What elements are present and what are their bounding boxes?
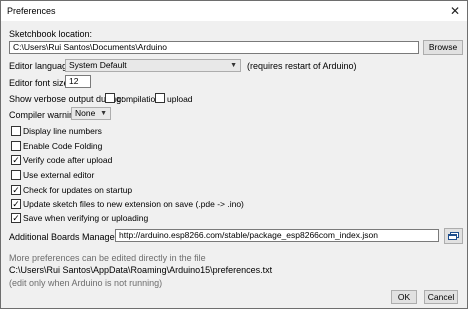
option-checkbox-code-folding[interactable] <box>11 141 21 151</box>
option-checkbox-display-line-numbers[interactable] <box>11 126 21 136</box>
compiler-warnings-select[interactable]: None ▼ <box>71 107 111 120</box>
font-size-label: Editor font size: <box>9 78 72 88</box>
option-label-verify-code: Verify code after upload <box>23 155 113 165</box>
browse-button[interactable]: Browse <box>423 40 463 55</box>
option-label-external-editor: Use external editor <box>23 170 95 180</box>
window-icon <box>448 232 459 242</box>
boards-urls-editor-button[interactable] <box>444 228 463 244</box>
window-title: Preferences <box>7 6 56 16</box>
ok-button[interactable]: OK <box>391 290 417 304</box>
more-preferences-text: More preferences can be edited directly … <box>9 253 206 263</box>
sketchbook-label: Sketchbook location: <box>9 29 93 39</box>
title-bar: Preferences ✕ <box>1 1 467 21</box>
edit-note-text: (edit only when Arduino is not running) <box>9 278 163 288</box>
upload-label: upload <box>167 94 193 104</box>
compiler-warnings-value: None <box>75 108 96 118</box>
editor-language-value: System Default <box>69 60 127 70</box>
option-checkbox-save-on-verify[interactable]: ✓ <box>11 213 21 223</box>
upload-checkbox[interactable] <box>155 93 165 103</box>
option-checkbox-external-editor[interactable] <box>11 170 21 180</box>
sketchbook-path-input[interactable]: C:\Users\Rui Santos\Documents\Arduino <box>9 41 419 54</box>
cancel-button[interactable]: Cancel <box>424 290 458 304</box>
option-label-display-line-numbers: Display line numbers <box>23 126 102 136</box>
chevron-down-icon: ▼ <box>100 110 107 117</box>
compilation-label: compilation <box>117 94 160 104</box>
option-label-save-on-verify: Save when verifying or uploading <box>23 213 149 223</box>
close-icon[interactable]: ✕ <box>447 3 463 19</box>
editor-language-select[interactable]: System Default ▼ <box>65 59 241 72</box>
option-label-code-folding: Enable Code Folding <box>23 141 103 151</box>
font-size-input[interactable]: 12 <box>65 75 91 88</box>
option-label-update-extension: Update sketch files to new extension on … <box>23 199 244 209</box>
language-restart-note: (requires restart of Arduino) <box>247 61 357 71</box>
option-label-check-updates: Check for updates on startup <box>23 185 133 195</box>
chevron-down-icon: ▼ <box>230 62 237 69</box>
preferences-file-path: C:\Users\Rui Santos\AppData\Roaming\Ardu… <box>9 265 273 275</box>
preferences-window: Preferences ✕ Sketchbook location: C:\Us… <box>0 0 468 309</box>
option-checkbox-check-updates[interactable]: ✓ <box>11 185 21 195</box>
option-checkbox-verify-code[interactable]: ✓ <box>11 155 21 165</box>
boards-urls-input[interactable]: http://arduino.esp8266.com/stable/packag… <box>115 229 439 242</box>
compilation-checkbox[interactable] <box>105 93 115 103</box>
option-checkbox-update-extension[interactable]: ✓ <box>11 199 21 209</box>
